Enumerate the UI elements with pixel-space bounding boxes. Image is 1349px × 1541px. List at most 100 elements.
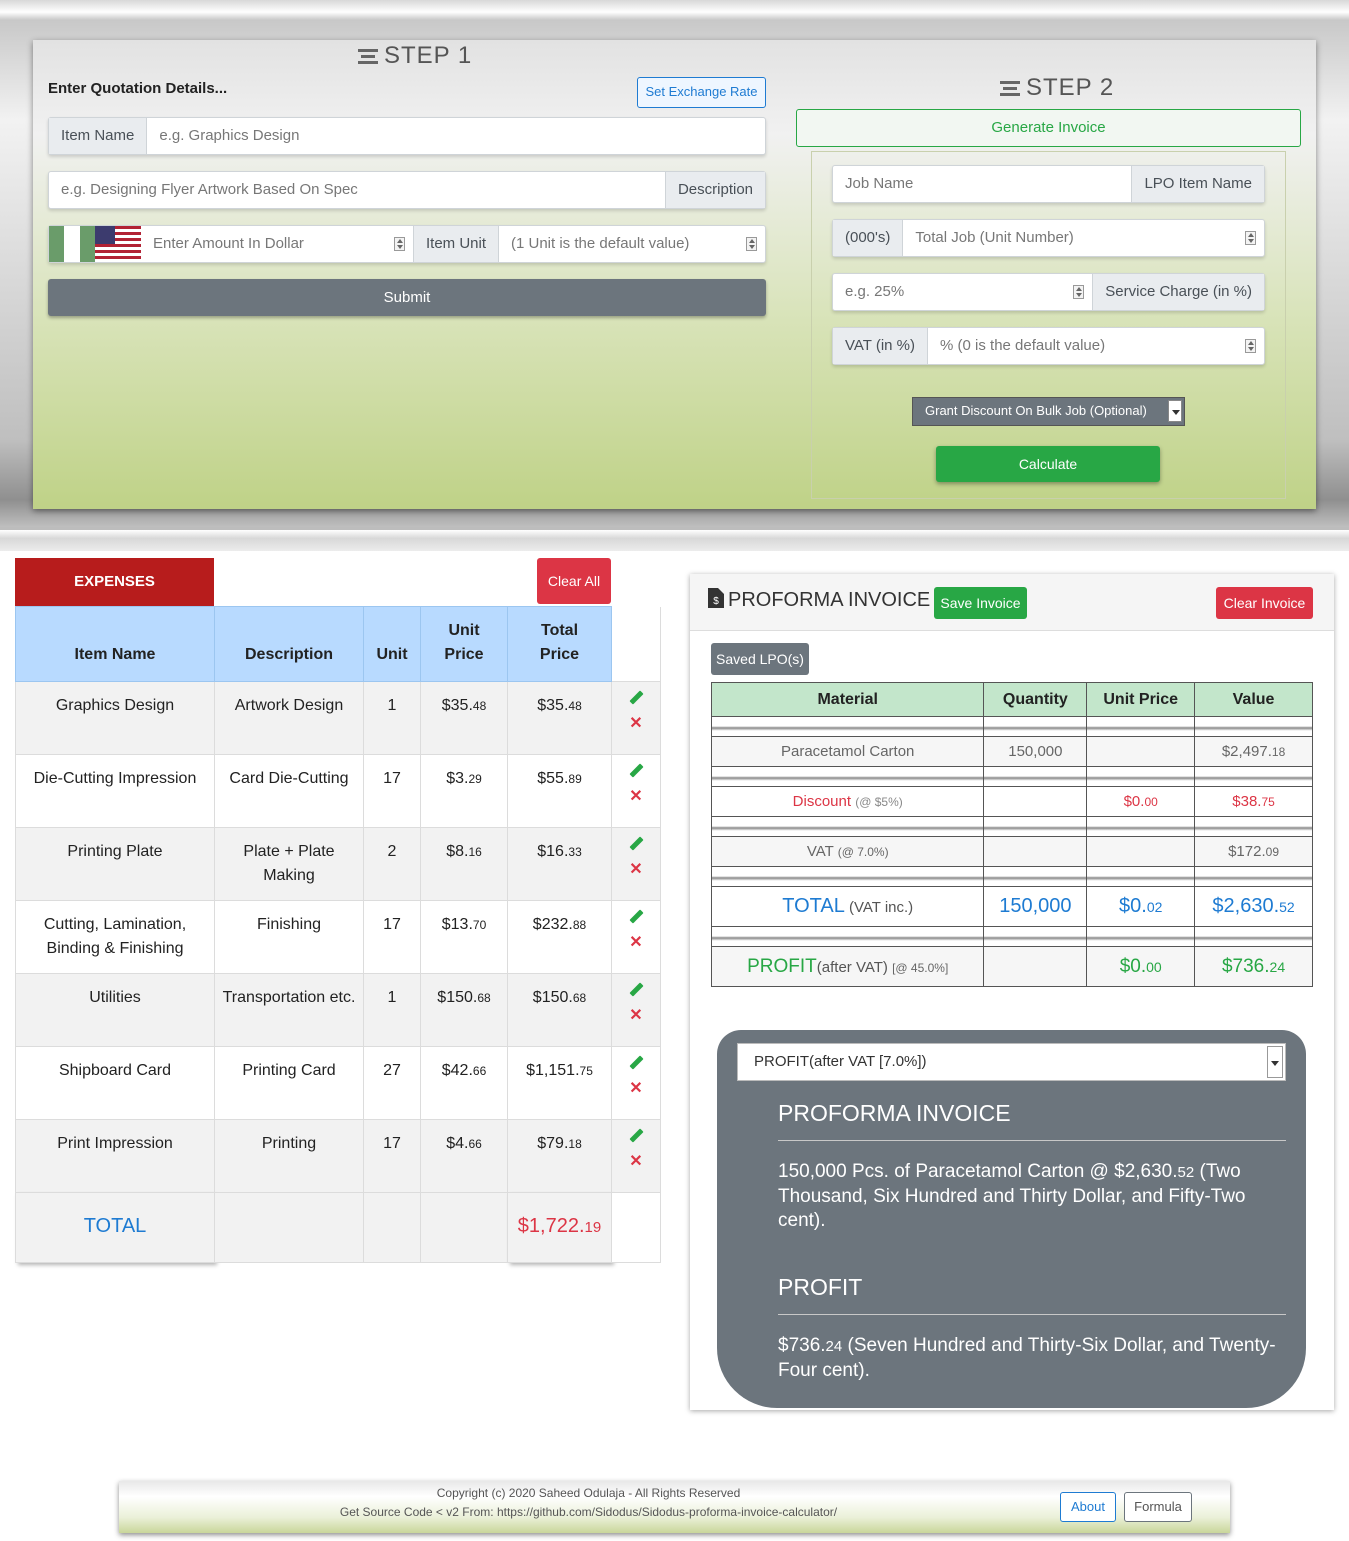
discount-label: Discount (@ $5%) <box>710 786 985 817</box>
cell-description: Printing <box>214 1119 364 1193</box>
vat-input[interactable]: % (0 is the default value) <box>928 328 1264 364</box>
col-quantity: Quantity <box>983 682 1088 717</box>
table-row: Shipboard Card Printing Card 27 $42.66 $1,15… <box>15 1046 661 1120</box>
edit-pencil-icon[interactable] <box>628 909 644 925</box>
amount-input[interactable]: Enter Amount In Dollar <box>141 226 413 262</box>
cell-unit-price: $35.48 <box>420 681 508 755</box>
cell-unit: 17 <box>363 1119 421 1193</box>
cell-description: Transportation etc. <box>214 973 364 1047</box>
profit-row: PROFIT(after VAT) [@ 45.0%] $0.00 $736.2… <box>710 946 1313 987</box>
item-name-group: Item Name e.g. Graphics Design <box>48 117 766 155</box>
thousands-label: (000's) <box>833 220 904 256</box>
total-row: TOTAL (VAT inc.) 150,000 $0.02 $2,630.52 <box>710 886 1313 927</box>
summary-select[interactable]: PROFIT(after VAT [7.0%]) <box>737 1043 1286 1081</box>
nigeria-flag-icon[interactable] <box>49 226 95 262</box>
edit-pencil-icon[interactable] <box>628 1055 644 1071</box>
cell-total-price: $1,151.75 <box>507 1046 612 1120</box>
total-job-input[interactable]: Total Job (Unit Number) <box>903 220 1264 256</box>
delete-x-icon[interactable]: ✕ <box>629 861 642 878</box>
table-row: Print Impression Printing 17 $4.66 $79.18 ✕ <box>15 1119 661 1193</box>
row-actions: ✕ <box>611 1046 661 1120</box>
chevron-down-icon[interactable] <box>1168 400 1182 422</box>
cell-unit: 1 <box>363 681 421 755</box>
saved-lpo-button[interactable]: Saved LPO(s) <box>711 643 809 675</box>
item-unit-input[interactable]: (1 Unit is the default value) <box>499 226 765 262</box>
table-row: Cutting, Lamination, Binding & Finishing… <box>15 900 661 974</box>
step1-title: STEP 1 <box>358 42 472 70</box>
col-material: Material <box>710 682 985 717</box>
cell-item-name: Printing Plate <box>15 827 215 901</box>
row-actions: ✕ <box>611 900 661 974</box>
delete-x-icon[interactable]: ✕ <box>629 788 642 805</box>
edit-pencil-icon[interactable] <box>628 836 644 852</box>
vat-value: $172.09 <box>1194 836 1313 867</box>
service-placeholder: e.g. 25% <box>845 283 905 300</box>
profit-unit-price: $0.00 <box>1086 946 1196 987</box>
vat-group: VAT (in %) % (0 is the default value) <box>832 327 1265 365</box>
discount-select[interactable]: Grant Discount On Bulk Job (Optional) <box>912 397 1185 426</box>
cell-unit: 1 <box>363 973 421 1047</box>
edit-pencil-icon[interactable] <box>628 982 644 998</box>
edit-pencil-icon[interactable] <box>628 690 644 706</box>
about-button[interactable]: About <box>1060 1492 1116 1522</box>
cell-total-price: $55.89 <box>507 754 612 828</box>
usa-flag-icon[interactable] <box>95 226 141 262</box>
save-invoice-button[interactable]: Save Invoice <box>934 587 1027 619</box>
total-label: TOTAL (VAT inc.) <box>710 886 985 927</box>
edit-pencil-icon[interactable] <box>628 1128 644 1144</box>
total-unit-price: $0.02 <box>1086 886 1196 927</box>
discount-row: Discount (@ $5%) $0.00 $38.75 <box>710 786 1313 817</box>
total-qty: 150,000 <box>983 886 1088 927</box>
spinner-icon[interactable] <box>1245 231 1256 245</box>
row-actions: ✕ <box>611 681 661 755</box>
spinner-icon[interactable] <box>746 237 757 251</box>
delete-x-icon[interactable]: ✕ <box>629 1007 642 1024</box>
col-description: Description <box>214 606 364 682</box>
chevron-down-icon[interactable] <box>1267 1046 1283 1078</box>
row-actions: ✕ <box>611 827 661 901</box>
clear-invoice-button[interactable]: Clear Invoice <box>1216 587 1313 619</box>
clear-all-button[interactable]: Clear All <box>537 558 611 604</box>
cell-description: Artwork Design <box>214 681 364 755</box>
cell-total-price: $16.33 <box>507 827 612 901</box>
step2-title-text: STEP 2 <box>1026 74 1115 101</box>
description-label: Description <box>664 172 765 208</box>
col-item-name: Item Name <box>15 606 215 682</box>
svg-text:$: $ <box>713 596 719 607</box>
spinner-icon[interactable] <box>1073 285 1085 299</box>
row-actions: ✕ <box>611 973 661 1047</box>
edit-pencil-icon[interactable] <box>628 763 644 779</box>
divider <box>778 1314 1286 1315</box>
cell-item-name: Utilities <box>15 973 215 1047</box>
total-row: TOTAL $1,722.19 <box>15 1192 661 1263</box>
delete-x-icon[interactable]: ✕ <box>629 934 642 951</box>
spinner-icon[interactable] <box>393 237 405 251</box>
cell-unit: 17 <box>363 900 421 974</box>
delete-x-icon[interactable]: ✕ <box>629 1153 642 1170</box>
cell-unit-price: $8.16 <box>420 827 508 901</box>
description-input[interactable]: e.g. Designing Flyer Artwork Based On Sp… <box>49 172 665 208</box>
total-job-group: (000's) Total Job (Unit Number) <box>832 219 1265 257</box>
job-name-input[interactable]: Job Name <box>833 166 1131 202</box>
delete-x-icon[interactable]: ✕ <box>629 715 642 732</box>
spinner-icon[interactable] <box>1245 339 1256 353</box>
cell-unit-price: $4.66 <box>420 1119 508 1193</box>
item-qty: 150,000 <box>983 736 1088 767</box>
generate-invoice-button[interactable]: Generate Invoice <box>796 109 1301 147</box>
source-link[interactable]: Get Source Code < v2 From: https://githu… <box>33 1505 1144 1519</box>
expenses-table: Item Name Description Unit Unit Price To… <box>15 606 661 1263</box>
set-exchange-rate-button[interactable]: Set Exchange Rate <box>637 77 766 108</box>
menu-lines-icon <box>1000 78 1020 99</box>
expenses-title: EXPENSES <box>15 558 214 606</box>
service-charge-input[interactable]: e.g. 25% <box>833 274 1092 310</box>
discount-select-value: Grant Discount On Bulk Job (Optional) <box>925 403 1147 418</box>
job-name-group: Job Name LPO Item Name <box>832 165 1265 203</box>
formula-button[interactable]: Formula <box>1124 1492 1192 1522</box>
delete-x-icon[interactable]: ✕ <box>629 1080 642 1097</box>
item-name: Paracetamol Carton <box>710 736 985 767</box>
item-name-input[interactable]: e.g. Graphics Design <box>147 118 765 154</box>
submit-button[interactable]: Submit <box>48 279 766 316</box>
calculate-button[interactable]: Calculate <box>936 446 1160 482</box>
cell-item-name: Cutting, Lamination, Binding & Finishing <box>15 900 215 974</box>
cell-unit: 2 <box>363 827 421 901</box>
